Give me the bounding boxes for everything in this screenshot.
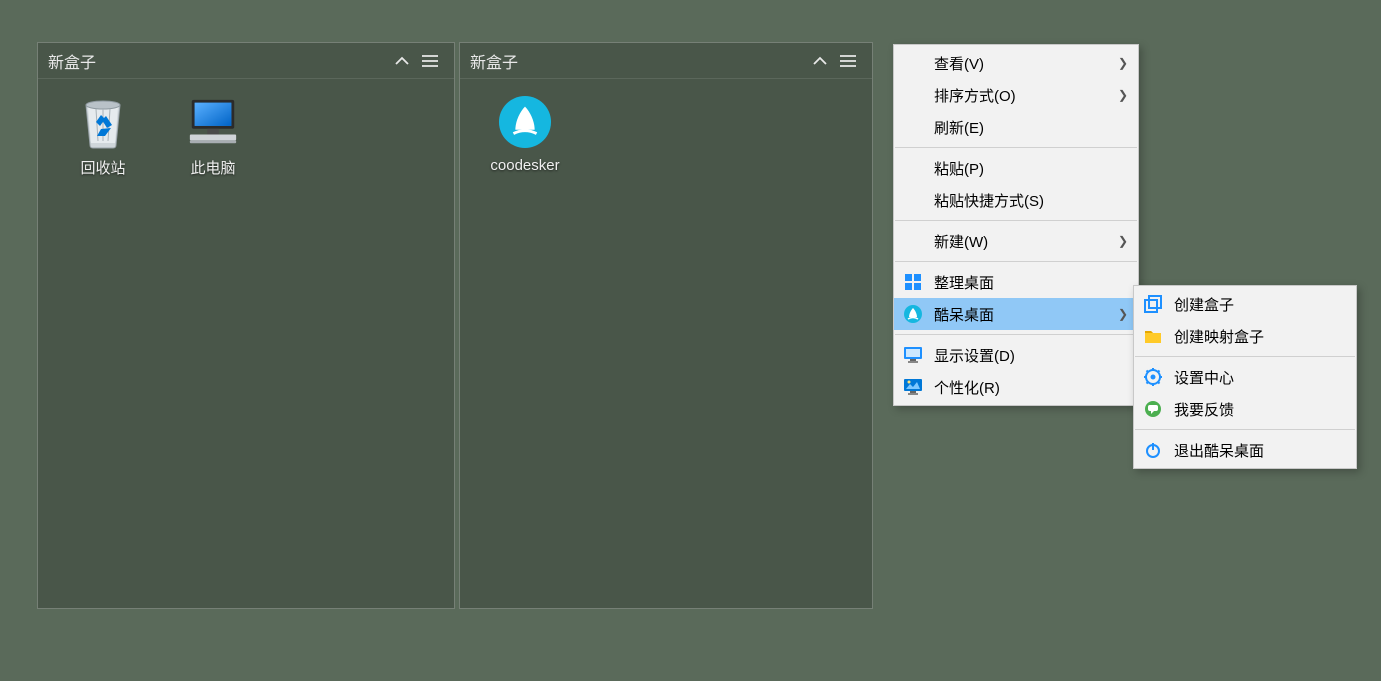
context-menu-item[interactable]: 粘贴(P) <box>894 152 1138 184</box>
context-menu-item[interactable]: 整理桌面 <box>894 266 1138 298</box>
this-pc-icon-item[interactable]: 此电脑 <box>158 89 268 184</box>
menu-item-label: 整理桌面 <box>934 272 994 293</box>
submenu-arrow-icon: ❯ <box>1118 56 1128 70</box>
menu-icon[interactable] <box>416 47 444 75</box>
menu-icon[interactable] <box>834 47 862 75</box>
box-title: 新盒子 <box>470 49 806 73</box>
gear-icon <box>1142 366 1164 388</box>
desktop-box-1[interactable]: 新盒子 回收站 <box>37 42 455 609</box>
context-menu-item[interactable]: 排序方式(O) ❯ <box>894 79 1138 111</box>
grid-icon <box>902 271 924 293</box>
box-title: 新盒子 <box>48 49 388 73</box>
coodesker-icon <box>498 95 552 149</box>
menu-separator <box>1135 429 1355 430</box>
menu-item-label: 排序方式(O) <box>934 85 1016 106</box>
icon-label: 回收站 <box>80 157 125 178</box>
this-pc-icon <box>186 95 240 149</box>
submenu-item[interactable]: 退出酷呆桌面 <box>1134 434 1356 466</box>
menu-separator <box>895 220 1137 221</box>
menu-item-label: 设置中心 <box>1174 367 1234 388</box>
box-body: coodesker <box>460 79 872 190</box>
coodesker-icon-item[interactable]: coodesker <box>470 89 580 180</box>
menu-item-label: 个性化(R) <box>934 377 1000 398</box>
menu-separator <box>1135 356 1355 357</box>
coodesker-small-icon <box>902 303 924 325</box>
icon-label: coodesker <box>490 157 559 174</box>
menu-item-label: 创建映射盒子 <box>1174 326 1264 347</box>
box-header[interactable]: 新盒子 <box>460 43 872 79</box>
menu-item-label: 粘贴快捷方式(S) <box>934 190 1044 211</box>
context-menu-item[interactable]: 显示设置(D) <box>894 339 1138 371</box>
personalize-icon <box>902 376 924 398</box>
context-menu-item[interactable]: 查看(V) ❯ <box>894 47 1138 79</box>
display-icon <box>902 344 924 366</box>
menu-item-label: 显示设置(D) <box>934 345 1015 366</box>
desktop-box-2[interactable]: 新盒子 coodesker <box>459 42 873 609</box>
coodesker-submenu[interactable]: 创建盒子创建映射盒子设置中心我要反馈退出酷呆桌面 <box>1133 285 1357 469</box>
menu-separator <box>895 147 1137 148</box>
submenu-arrow-icon: ❯ <box>1118 234 1128 248</box>
box-header[interactable]: 新盒子 <box>38 43 454 79</box>
submenu-arrow-icon: ❯ <box>1118 88 1128 102</box>
desktop-context-menu[interactable]: 查看(V) ❯ 排序方式(O) ❯ 刷新(E) 粘贴(P) 粘贴快捷方式(S) 新建(W) ❯ 整… <box>893 44 1139 406</box>
collapse-icon[interactable] <box>806 47 834 75</box>
menu-item-label: 退出酷呆桌面 <box>1174 440 1264 461</box>
submenu-item[interactable]: 设置中心 <box>1134 361 1356 393</box>
context-menu-item[interactable]: 粘贴快捷方式(S) <box>894 184 1138 216</box>
context-menu-item[interactable]: 新建(W) ❯ <box>894 225 1138 257</box>
menu-item-label: 创建盒子 <box>1174 294 1234 315</box>
menu-item-label: 粘贴(P) <box>934 158 984 179</box>
recycle-bin-icon-item[interactable]: 回收站 <box>48 89 158 184</box>
menu-separator <box>895 334 1137 335</box>
menu-item-label: 刷新(E) <box>934 117 984 138</box>
menu-item-label: 酷呆桌面 <box>934 304 994 325</box>
submenu-item[interactable]: 创建盒子 <box>1134 288 1356 320</box>
folder-icon <box>1142 325 1164 347</box>
menu-item-label: 我要反馈 <box>1174 399 1234 420</box>
context-menu-item[interactable]: 刷新(E) <box>894 111 1138 143</box>
submenu-item[interactable]: 我要反馈 <box>1134 393 1356 425</box>
menu-item-label: 查看(V) <box>934 53 984 74</box>
menu-item-label: 新建(W) <box>934 231 988 252</box>
context-menu-item[interactable]: 酷呆桌面 ❯ <box>894 298 1138 330</box>
collapse-icon[interactable] <box>388 47 416 75</box>
submenu-item[interactable]: 创建映射盒子 <box>1134 320 1356 352</box>
recycle-bin-icon <box>76 95 130 149</box>
icon-label: 此电脑 <box>190 157 235 178</box>
context-menu-item[interactable]: 个性化(R) <box>894 371 1138 403</box>
new-box-icon <box>1142 293 1164 315</box>
power-icon <box>1142 439 1164 461</box>
feedback-icon <box>1142 398 1164 420</box>
menu-separator <box>895 261 1137 262</box>
box-body: 回收站 此电脑 <box>38 79 454 194</box>
submenu-arrow-icon: ❯ <box>1118 307 1128 321</box>
